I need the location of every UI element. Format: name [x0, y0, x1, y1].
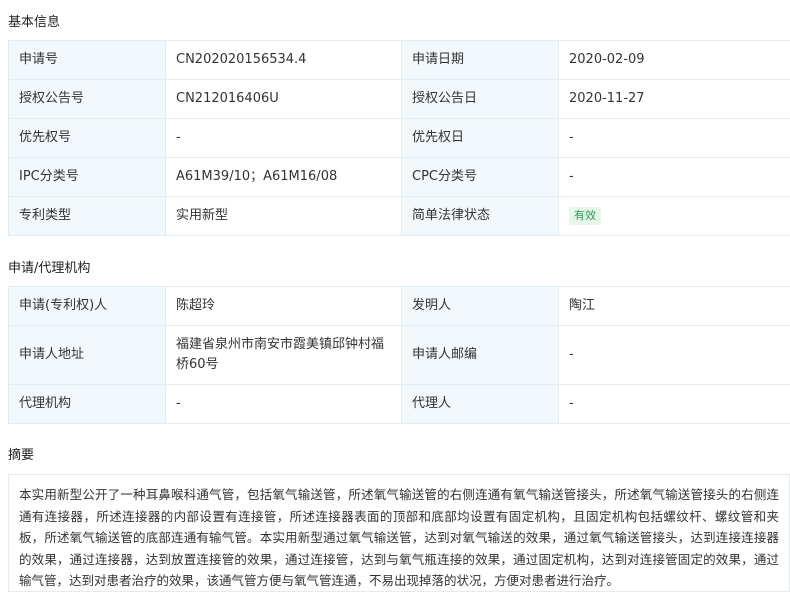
table-row: 授权公告号 CN212016406U 授权公告日 2020-11-27 — [8, 79, 790, 119]
table-row: 申请号 CN202020156534.4 申请日期 2020-02-09 — [8, 40, 790, 80]
publication-date-value: 2020-11-27 — [558, 79, 790, 119]
table-row: 专利类型 实用新型 简单法律状态 有效 — [8, 196, 790, 236]
patent-type-label: 专利类型 — [8, 196, 166, 236]
basic-info-heading: 基本信息 — [8, 15, 61, 30]
legal-status-cell: 有效 — [558, 196, 790, 236]
agent-label: 代理人 — [401, 384, 559, 424]
inventor-label: 发明人 — [401, 286, 559, 326]
address-label: 申请人地址 — [8, 325, 166, 385]
application-number-label: 申请号 — [8, 40, 166, 80]
publication-number-label: 授权公告号 — [8, 79, 166, 119]
agency-heading: 申请/代理机构 — [8, 261, 91, 276]
applicant-value: 陈超玲 — [165, 286, 402, 326]
status-badge: 有效 — [569, 207, 601, 225]
abstract-heading: 摘要 — [8, 448, 35, 463]
table-row: 代理机构 - 代理人 - — [8, 384, 790, 424]
priority-number-value: - — [165, 118, 402, 158]
address-value: 福建省泉州市南安市霞美镇邱钟村福桥60号 — [165, 325, 402, 385]
inventor-value: 陶江 — [558, 286, 790, 326]
ipc-value: A61M39/10；A61M16/08 — [165, 157, 402, 197]
table-row: 申请(专利权)人 陈超玲 发明人 陶江 — [8, 286, 790, 326]
agency-table: 申请(专利权)人 陈超玲 发明人 陶江 申请人地址 福建省泉州市南安市霞美镇邱钟… — [8, 286, 790, 424]
publication-number-value: CN212016406U — [165, 79, 402, 119]
cpc-value: - — [558, 157, 790, 197]
cpc-label: CPC分类号 — [401, 157, 559, 197]
application-date-label: 申请日期 — [401, 40, 559, 80]
zip-label: 申请人邮编 — [401, 325, 559, 385]
priority-date-label: 优先权日 — [401, 118, 559, 158]
applicant-label: 申请(专利权)人 — [8, 286, 166, 326]
application-number-value: CN202020156534.4 — [165, 40, 402, 80]
agent-value: - — [558, 384, 790, 424]
table-row: 优先权号 - 优先权日 - — [8, 118, 790, 158]
agency-value: - — [165, 384, 402, 424]
patent-type-value: 实用新型 — [165, 196, 402, 236]
priority-date-value: - — [558, 118, 790, 158]
basic-info-table: 申请号 CN202020156534.4 申请日期 2020-02-09 授权公… — [8, 40, 790, 236]
agency-label: 代理机构 — [8, 384, 166, 424]
priority-number-label: 优先权号 — [8, 118, 166, 158]
table-row: IPC分类号 A61M39/10；A61M16/08 CPC分类号 - — [8, 157, 790, 197]
legal-status-label: 简单法律状态 — [401, 196, 559, 236]
abstract-text: 本实用新型公开了一种耳鼻喉科通气管，包括氧气输送管，所述氧气输送管的右侧连通有氧… — [8, 474, 790, 592]
table-row: 申请人地址 福建省泉州市南安市霞美镇邱钟村福桥60号 申请人邮编 - — [8, 325, 790, 385]
publication-date-label: 授权公告日 — [401, 79, 559, 119]
application-date-value: 2020-02-09 — [558, 40, 790, 80]
zip-value: - — [558, 325, 790, 385]
ipc-label: IPC分类号 — [8, 157, 166, 197]
